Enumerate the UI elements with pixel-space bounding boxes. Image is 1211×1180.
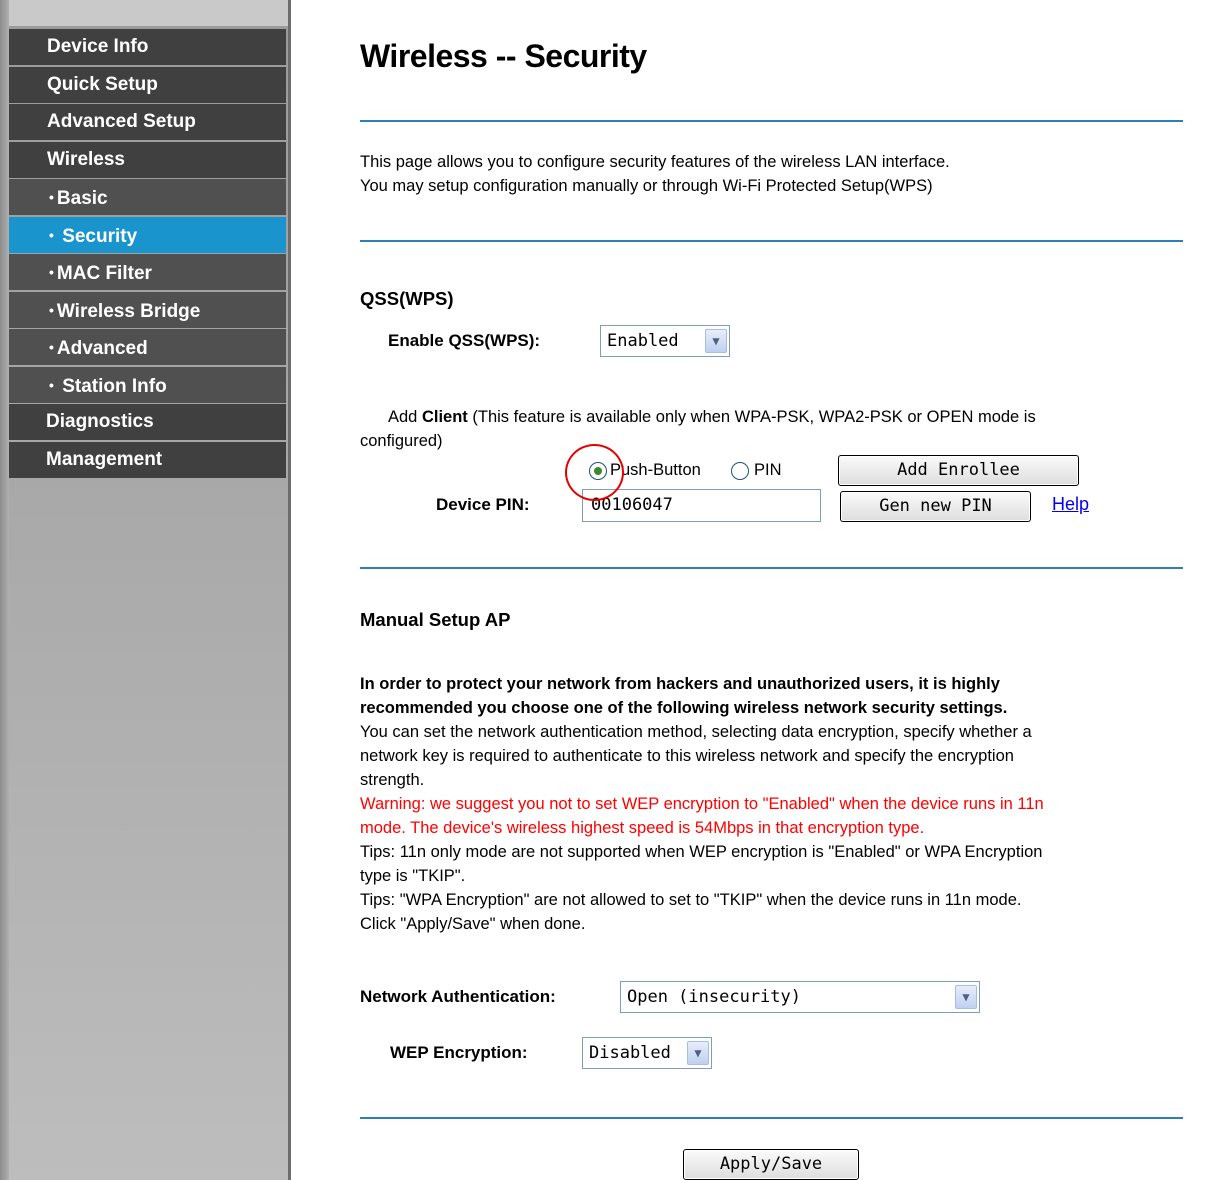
sidebar-item-label: Security [62, 225, 138, 247]
sidebar-item-station-info[interactable]: • Station Info [9, 366, 286, 403]
help-link[interactable]: Help [1052, 494, 1089, 515]
description-line: You can set the network authentication m… [360, 723, 1032, 741]
click-apply-line: Click "Apply/Save" when done. [360, 915, 586, 933]
add-client-prefix: Add [388, 408, 422, 426]
intro-line: You may setup configuration manually or … [360, 177, 933, 195]
description-line: network key is required to authenticate … [360, 747, 1014, 765]
enable-qss-value: Enabled [607, 331, 679, 351]
wep-encryption-select[interactable]: Disabled ▼ [582, 1037, 712, 1069]
description-bold-line: recommended you choose one of the follow… [360, 699, 1008, 717]
sidebar-item-wireless-bridge[interactable]: • Wireless Bridge [9, 291, 286, 328]
wep-encryption-value: Disabled [589, 1043, 671, 1063]
device-pin-label: Device PIN: [436, 495, 530, 514]
sidebar-top-band [0, 0, 291, 26]
network-authentication-label: Network Authentication: [360, 987, 556, 1006]
sidebar-item-quick-setup[interactable]: Quick Setup [9, 66, 286, 103]
sidebar-item-label: Advanced Setup [47, 111, 196, 132]
chevron-down-icon[interactable]: ▼ [687, 1041, 709, 1065]
add-enrollee-button[interactable]: Add Enrollee [838, 455, 1079, 486]
sidebar-item-label: Advanced [56, 338, 148, 359]
sidebar-item-advanced-setup[interactable]: Advanced Setup [9, 104, 286, 140]
divider [360, 567, 1183, 569]
sidebar: Device Info Quick Setup Advanced Setup W… [0, 0, 291, 1180]
add-client-line2: configured) [360, 432, 443, 450]
manual-setup-description: In order to protect your network from ha… [360, 672, 1183, 936]
sidebar-item-label: Station Info [62, 375, 167, 397]
add-client-text: Add Client (This feature is available on… [360, 405, 1183, 453]
tips-line: Tips: 11n only mode are not supported wh… [360, 843, 1043, 861]
sidebar-item-device-info[interactable]: Device Info [9, 29, 286, 65]
page-title: Wireless -- Security [360, 38, 647, 74]
device-pin-field[interactable]: 00106047 [582, 489, 821, 522]
sidebar-menu: Device Info Quick Setup Advanced Setup W… [9, 29, 286, 479]
divider [360, 120, 1183, 122]
sidebar-item-basic[interactable]: • Basic [9, 179, 286, 215]
warning-line: mode. The device's wireless highest spee… [360, 819, 925, 837]
sidebar-item-label: Wireless [47, 148, 125, 170]
sidebar-item-label: MAC Filter [56, 263, 152, 284]
description-bold-line: In order to protect your network from ha… [360, 675, 1000, 693]
sidebar-item-security[interactable]: • Security [9, 216, 286, 253]
sidebar-item-label: Diagnostics [46, 411, 154, 432]
chevron-down-icon[interactable]: ▼ [955, 985, 977, 1009]
sidebar-item-management[interactable]: Management [9, 441, 286, 478]
divider [360, 1117, 1183, 1119]
sidebar-item-label: Device Info [47, 36, 149, 57]
divider [360, 240, 1183, 242]
chevron-down-icon[interactable]: ▼ [705, 329, 727, 353]
bullet-icon: • [49, 226, 54, 243]
enable-qss-select[interactable]: Enabled ▼ [600, 325, 730, 357]
bullet-icon: • [49, 376, 54, 393]
add-client-suffix: (This feature is available only when WPA… [467, 408, 1036, 426]
sidebar-item-label: Quick Setup [47, 73, 158, 95]
sidebar-item-label: Basic [56, 188, 108, 209]
intro-line: This page allows you to configure securi… [360, 153, 950, 171]
network-authentication-value: Open (insecurity) [627, 987, 801, 1007]
sidebar-divider [288, 0, 291, 1180]
sidebar-left-stripe [0, 0, 9, 1180]
sidebar-item-label: Management [46, 448, 163, 470]
bullet-icon: • [49, 301, 54, 318]
annotation-circle [565, 444, 624, 501]
bullet-icon: • [49, 264, 54, 280]
bullet-icon: • [49, 339, 54, 355]
sidebar-item-advanced[interactable]: • Advanced [9, 329, 286, 365]
pin-radio-label[interactable]: PIN [754, 458, 782, 482]
add-client-bold: Client [421, 408, 468, 426]
pin-radio[interactable] [731, 462, 749, 480]
sidebar-item-mac-filter[interactable]: • MAC Filter [9, 254, 286, 290]
enable-qss-label: Enable QSS(WPS): [388, 331, 541, 350]
network-authentication-select[interactable]: Open (insecurity) ▼ [620, 981, 980, 1013]
description-line: strength. [360, 771, 425, 789]
apply-save-button[interactable]: Apply/Save [683, 1149, 859, 1180]
sidebar-item-wireless[interactable]: Wireless [9, 141, 286, 178]
sidebar-item-label: Wireless Bridge [56, 300, 201, 322]
qss-heading: QSS(WPS) [360, 288, 454, 309]
add-client-line: Add Client (This feature is available on… [360, 405, 1183, 429]
tips-line: type is "TKIP". [360, 867, 466, 885]
manual-setup-heading: Manual Setup AP [360, 609, 511, 630]
gen-new-pin-button[interactable]: Gen new PIN [840, 491, 1031, 522]
intro-text: This page allows you to configure securi… [360, 150, 950, 198]
warning-line: Warning: we suggest you not to set WEP e… [360, 795, 1044, 813]
bullet-icon: • [49, 189, 54, 205]
tips-line: Tips: "WPA Encryption" are not allowed t… [360, 891, 1022, 909]
sidebar-item-diagnostics[interactable]: Diagnostics [9, 404, 286, 440]
wep-encryption-label: WEP Encryption: [390, 1043, 528, 1062]
